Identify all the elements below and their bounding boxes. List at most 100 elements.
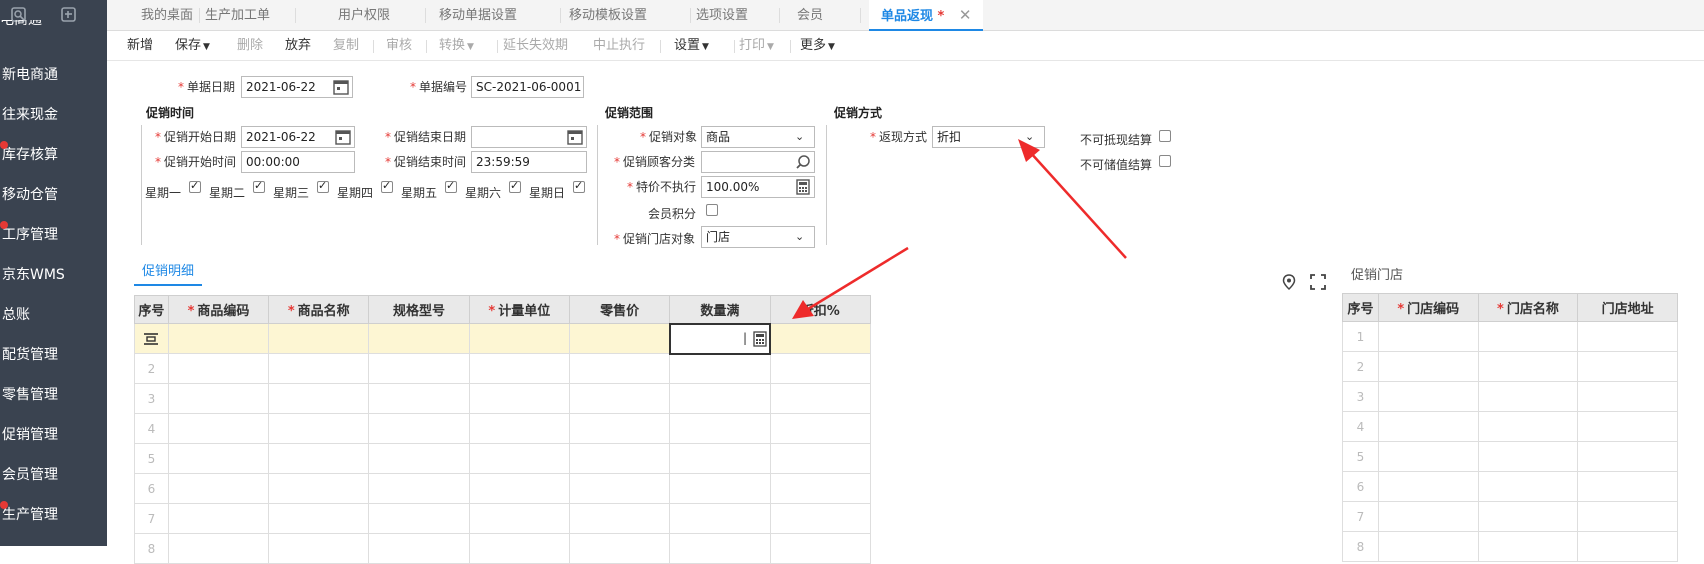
sidebar-item[interactable]: 会员管理 xyxy=(0,460,107,490)
weekday-checkbox[interactable] xyxy=(445,179,457,193)
column-header[interactable]: * 计量单位 xyxy=(468,295,570,324)
row-number-cell[interactable]: 4 xyxy=(134,413,169,444)
sidebar-item[interactable]: 生产管理 xyxy=(0,500,107,530)
no-stored-checkbox[interactable] xyxy=(1159,155,1171,167)
row-number-cell[interactable]: 8 xyxy=(134,533,169,564)
start-date-field[interactable]: 2021-06-22 xyxy=(241,126,355,148)
member-points-checkbox[interactable] xyxy=(706,204,718,216)
table-cell[interactable] xyxy=(1577,441,1678,472)
column-header[interactable]: * 商品名称 xyxy=(268,295,370,324)
table-cell[interactable] xyxy=(769,383,872,414)
table-cell[interactable] xyxy=(1477,531,1579,562)
end-time-field[interactable]: 23:59:59 xyxy=(471,151,587,173)
table-cell[interactable] xyxy=(669,383,771,414)
table-cell[interactable] xyxy=(167,413,270,444)
table-cell[interactable] xyxy=(468,503,570,534)
table-cell[interactable] xyxy=(1377,381,1479,412)
table-cell[interactable] xyxy=(1477,441,1579,472)
table-cell[interactable] xyxy=(1377,351,1479,382)
column-header[interactable]: * 门店名称 xyxy=(1477,293,1579,322)
table-cell[interactable] xyxy=(669,503,771,534)
tab-promo-detail[interactable]: 促销明细 xyxy=(134,262,203,286)
extend-expiry-button[interactable]: 延长失效期 xyxy=(503,31,568,61)
table-cell[interactable] xyxy=(769,533,872,564)
table-cell[interactable] xyxy=(568,413,671,444)
table-cell[interactable] xyxy=(167,533,270,564)
row-number-cell[interactable]: 1 xyxy=(1342,321,1379,352)
table-cell[interactable] xyxy=(368,503,470,534)
no-offset-checkbox[interactable] xyxy=(1159,130,1171,142)
weekday-checkbox[interactable] xyxy=(381,179,393,193)
new-button[interactable]: 新增 xyxy=(127,31,153,61)
row-number-cell[interactable]: 2 xyxy=(1342,351,1379,382)
store-target-select[interactable]: 门店 ⌄ xyxy=(701,226,815,248)
row-number-cell[interactable]: 4 xyxy=(1342,411,1379,442)
table-cell[interactable] xyxy=(268,473,370,504)
table-row[interactable]: 1 xyxy=(1342,321,1678,352)
location-icon[interactable] xyxy=(1282,274,1296,291)
row-number-cell[interactable]: 6 xyxy=(134,473,169,504)
table-row[interactable]: 5 xyxy=(134,443,872,474)
table-cell[interactable] xyxy=(568,353,671,384)
table-row[interactable]: 2 xyxy=(1342,351,1678,382)
tab-option-settings[interactable]: 选项设置 xyxy=(696,0,748,31)
table-cell[interactable] xyxy=(769,503,872,534)
table-cell[interactable] xyxy=(568,323,671,354)
row-number-cell[interactable]: 6 xyxy=(1342,471,1379,502)
table-row[interactable]: 4 xyxy=(134,413,872,444)
table-cell[interactable] xyxy=(1377,501,1479,532)
row-number-cell[interactable]: 2 xyxy=(134,353,169,384)
column-header[interactable]: 序号 xyxy=(1342,293,1379,322)
table-cell[interactable] xyxy=(769,413,872,444)
table-cell[interactable] xyxy=(1377,411,1479,442)
table-row[interactable]: 4 xyxy=(1342,411,1678,442)
table-cell[interactable] xyxy=(268,413,370,444)
save-button[interactable]: 保存 ▼ xyxy=(175,31,210,61)
start-time-field[interactable]: 00:00:00 xyxy=(241,151,355,173)
table-cell[interactable] xyxy=(568,473,671,504)
table-cell[interactable] xyxy=(1477,501,1579,532)
table-cell[interactable] xyxy=(669,353,771,384)
calendar-icon[interactable] xyxy=(567,129,583,145)
column-header[interactable]: 规格型号 xyxy=(368,295,470,324)
calendar-icon[interactable] xyxy=(335,129,351,145)
table-cell[interactable] xyxy=(669,443,771,474)
table-cell[interactable] xyxy=(1577,411,1678,442)
table-cell[interactable] xyxy=(368,443,470,474)
table-cell[interactable] xyxy=(268,533,370,564)
table-cell[interactable] xyxy=(769,323,872,354)
table-cell[interactable] xyxy=(1477,471,1579,502)
table-cell[interactable] xyxy=(368,413,470,444)
table-cell[interactable] xyxy=(769,473,872,504)
table-cell[interactable] xyxy=(568,503,671,534)
table-cell[interactable] xyxy=(167,503,270,534)
table-cell[interactable] xyxy=(1377,531,1479,562)
table-cell[interactable] xyxy=(468,323,570,354)
sidebar-item[interactable]: 零售管理 xyxy=(0,380,107,410)
table-cell[interactable] xyxy=(368,323,470,354)
print-button[interactable]: 打印 ▼ xyxy=(739,31,774,61)
column-header[interactable]: * 商品编码 xyxy=(167,295,270,324)
tab-member[interactable]: 会员 xyxy=(797,0,823,31)
abandon-button[interactable]: 放弃 xyxy=(285,31,311,61)
customer-class-field[interactable] xyxy=(701,151,815,173)
tab-user-permissions[interactable]: 用户权限 xyxy=(338,0,390,31)
table-row[interactable]: 3 xyxy=(1342,381,1678,412)
calendar-icon[interactable] xyxy=(333,79,349,95)
column-header[interactable]: 数量满 xyxy=(669,295,771,324)
table-cell[interactable] xyxy=(1577,501,1678,532)
sidebar-item[interactable]: 往来现金 xyxy=(0,100,107,130)
table-cell[interactable] xyxy=(769,353,872,384)
row-number-cell[interactable]: 3 xyxy=(1342,381,1379,412)
row-number-cell[interactable]: 5 xyxy=(1342,441,1379,472)
calculator-icon[interactable] xyxy=(753,330,767,347)
fullscreen-icon[interactable] xyxy=(1310,274,1326,290)
row-number-cell[interactable] xyxy=(134,323,169,354)
table-row[interactable]: 7 xyxy=(1342,501,1678,532)
table-row[interactable]: 8 xyxy=(1342,531,1678,562)
sidebar-item[interactable]: 新电商通 xyxy=(0,60,107,90)
sidebar-item[interactable]: 移动仓管 xyxy=(0,180,107,210)
sidebar-item[interactable]: 促销管理 xyxy=(0,420,107,450)
table-cell[interactable] xyxy=(167,353,270,384)
table-cell[interactable] xyxy=(1577,531,1678,562)
